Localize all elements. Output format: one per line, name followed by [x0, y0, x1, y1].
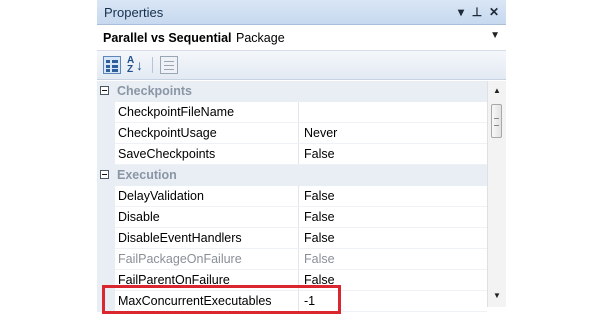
collapse-icon[interactable]	[100, 170, 109, 179]
property-value[interactable]: Never	[304, 126, 337, 140]
property-name: MaxConcurrentExecutables	[118, 294, 272, 308]
property-name: FailParentOnFailure	[118, 273, 230, 287]
property-value[interactable]: False	[304, 273, 335, 287]
property-name: Disable	[118, 210, 160, 224]
object-type: Package	[236, 31, 285, 45]
property-pages-icon[interactable]	[160, 56, 178, 74]
category-row-checkpoints[interactable]: Checkpoints	[97, 81, 487, 102]
property-row-max-concurrent-executables[interactable]: MaxConcurrentExecutables -1	[97, 291, 487, 312]
alphabetical-sort-icon[interactable]: A Z ↓	[127, 56, 145, 75]
properties-title-bar: Properties ▾ ⊥ ✕	[97, 0, 506, 25]
property-value[interactable]: False	[304, 210, 335, 224]
property-row[interactable]: CheckpointUsage Never	[97, 123, 487, 144]
close-icon[interactable]: ✕	[486, 4, 502, 20]
scrollbar-thumb[interactable]	[491, 104, 502, 138]
property-row[interactable]: DelayValidation False	[97, 186, 487, 207]
panel-title: Properties	[104, 5, 164, 20]
scroll-up-arrow-icon[interactable]: ▲	[488, 83, 506, 99]
property-row[interactable]: CheckpointFileName	[97, 102, 487, 123]
property-name: CheckpointFileName	[118, 105, 235, 119]
category-row-execution[interactable]: Execution	[97, 165, 487, 186]
pin-icon[interactable]: ⊥	[469, 4, 485, 20]
property-name: DelayValidation	[118, 189, 204, 203]
object-name: Parallel vs Sequential	[103, 31, 232, 45]
property-row[interactable]: FailPackageOnFailure False	[97, 249, 487, 270]
category-label: Checkpoints	[117, 84, 193, 98]
property-value[interactable]: False	[304, 252, 335, 266]
property-row[interactable]: SaveCheckpoints False	[97, 144, 487, 165]
properties-panel: Properties ▾ ⊥ ✕ Parallel vs Sequential …	[97, 0, 506, 335]
property-value[interactable]: False	[304, 231, 335, 245]
object-selector[interactable]: Parallel vs Sequential Package ▼	[97, 26, 506, 51]
toolbar-separator	[152, 57, 153, 73]
category-label: Execution	[117, 168, 177, 182]
vertical-scrollbar[interactable]: ▲ ▼	[487, 81, 506, 307]
property-grid: Checkpoints CheckpointFileName Checkpoin…	[97, 81, 487, 335]
property-row[interactable]: Disable False	[97, 207, 487, 228]
property-row[interactable]: DisableEventHandlers False	[97, 228, 487, 249]
scroll-down-arrow-icon[interactable]: ▼	[488, 288, 506, 304]
property-value[interactable]: False	[304, 147, 335, 161]
dropdown-arrow-icon[interactable]: ▾	[453, 4, 469, 20]
property-row[interactable]: FailParentOnFailure False	[97, 270, 487, 291]
property-name: FailPackageOnFailure	[118, 252, 242, 266]
categorized-view-icon[interactable]	[103, 56, 121, 74]
collapse-icon[interactable]	[100, 86, 109, 95]
chevron-down-icon[interactable]: ▼	[490, 30, 500, 41]
property-name: DisableEventHandlers	[118, 231, 242, 245]
property-value[interactable]: -1	[304, 294, 315, 308]
property-value[interactable]: False	[304, 189, 335, 203]
properties-toolbar: A Z ↓	[97, 51, 506, 80]
property-name: CheckpointUsage	[118, 126, 217, 140]
property-name: SaveCheckpoints	[118, 147, 216, 161]
